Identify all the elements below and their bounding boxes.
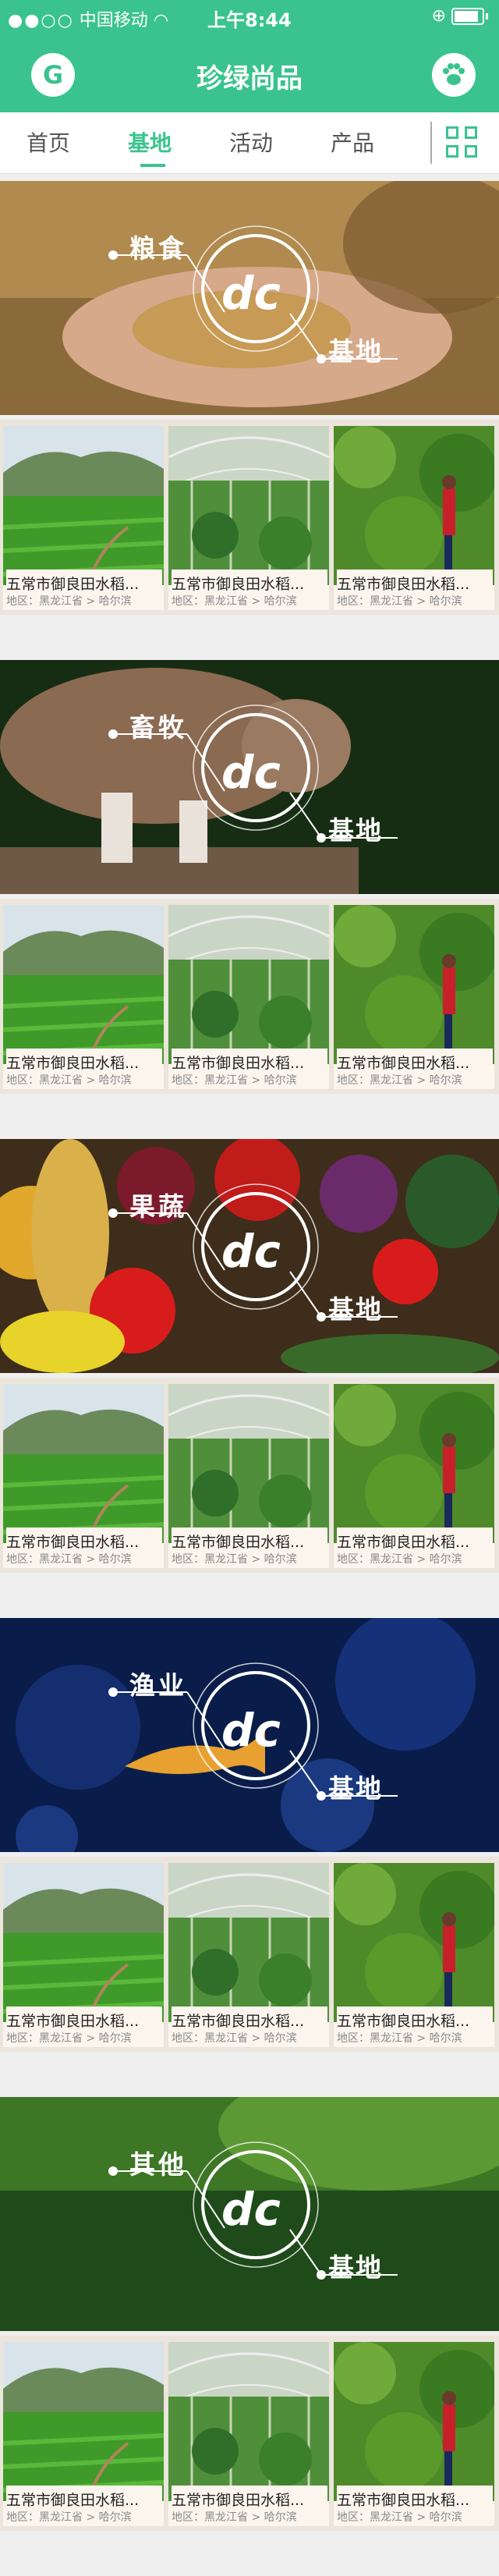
card-title: 五常市御良田水稻...: [172, 1528, 327, 1552]
tab-home[interactable]: 首页: [27, 126, 70, 158]
base-card[interactable]: 五常市御良田水稻... 地区：黑龙江省 > 哈尔滨: [168, 905, 329, 1089]
brand-mark: dc: [221, 1704, 281, 1757]
tab-products[interactable]: 产品: [331, 126, 374, 158]
category-label: 果蔬: [129, 1191, 187, 1222]
tab-activities[interactable]: 活动: [229, 126, 273, 158]
base-card[interactable]: 五常市御良田水稻... 地区：黑龙江省 > 哈尔滨: [334, 905, 494, 1089]
card-title: 五常市御良田水稻...: [172, 2007, 327, 2031]
status-bar: ●●○○ 中国移动 ◠ 上午8:44 ⊕: [0, 0, 499, 33]
base-card[interactable]: 五常市御良田水稻... 地区：黑龙江省 > 哈尔滨: [168, 1384, 329, 1568]
card-title: 五常市御良田水稻...: [6, 2007, 162, 2031]
base-card[interactable]: 五常市御良田水稻... 地区：黑龙江省 > 哈尔滨: [334, 2342, 494, 2526]
card-region: 地区：黑龙江省 > 哈尔滨: [6, 2032, 132, 2045]
base-card[interactable]: 五常市御良田水稻... 地区：黑龙江省 > 哈尔滨: [334, 426, 494, 610]
battery-area: ⊕: [432, 6, 488, 26]
brand-mark: dc: [221, 1225, 281, 1278]
tab-divider: [430, 122, 432, 164]
category-label: 其他: [129, 2149, 187, 2180]
base-card-row: 五常市御良田水稻... 地区：黑龙江省 > 哈尔滨 五常市御良田水稻... 地区：黑龙…: [0, 2336, 499, 2531]
tab-base[interactable]: 基地: [128, 126, 172, 158]
wifi-icon: ◠: [153, 11, 169, 30]
category-banner-fishery[interactable]: 渔业 dc 基地: [0, 1618, 499, 1852]
card-region: 地区：黑龙江省 > 哈尔滨: [6, 595, 132, 608]
category-banner-other[interactable]: 其他 dc 基地: [0, 2097, 499, 2331]
card-title: 五常市御良田水稻...: [337, 1048, 493, 1073]
card-region: 地区：黑龙江省 > 哈尔滨: [337, 1553, 462, 1566]
card-title: 五常市御良田水稻...: [6, 1048, 162, 1073]
base-card-row: 五常市御良田水稻... 地区：黑龙江省 > 哈尔滨 五常市御良田水稻... 地区：黑龙…: [0, 899, 499, 1094]
base-label: 基地: [328, 1294, 383, 1325]
card-region: 地区：黑龙江省 > 哈尔滨: [6, 1074, 132, 1087]
category-label: 粮食: [129, 233, 187, 264]
tab-bar: 首页 基地 活动 产品: [0, 112, 499, 174]
base-card[interactable]: 五常市御良田水稻... 地区：黑龙江省 > 哈尔滨: [3, 1384, 164, 1568]
card-region: 地区：黑龙江省 > 哈尔滨: [337, 1074, 462, 1087]
card-region: 地区：黑龙江省 > 哈尔滨: [172, 595, 297, 608]
base-card[interactable]: 五常市御良田水稻... 地区：黑龙江省 > 哈尔滨: [334, 1863, 494, 2047]
card-region: 地区：黑龙江省 > 哈尔滨: [172, 1074, 297, 1087]
category-banner-livestock[interactable]: 畜牧 dc 基地: [0, 660, 499, 894]
card-title: 五常市御良田水稻...: [172, 1048, 327, 1073]
brand-mark: dc: [221, 2183, 281, 2236]
base-card[interactable]: 五常市御良田水稻... 地区：黑龙江省 > 哈尔滨: [3, 426, 164, 610]
category-label: 渔业: [129, 1670, 187, 1701]
grid-icon: [446, 126, 458, 139]
card-title: 五常市御良田水稻...: [172, 569, 327, 594]
paw-icon: [443, 63, 465, 85]
paw-button[interactable]: [432, 53, 476, 97]
card-region: 地区：黑龙江省 > 哈尔滨: [337, 595, 462, 608]
clock: 上午8:44: [207, 9, 292, 31]
card-title: 五常市御良田水稻...: [6, 2486, 162, 2510]
lock-rotation-icon: ⊕: [431, 6, 446, 26]
base-label: 基地: [328, 2252, 383, 2283]
signal-icon: ●●○○: [8, 11, 74, 30]
card-title: 五常市御良田水稻...: [172, 2486, 327, 2510]
card-region: 地区：黑龙江省 > 哈尔滨: [172, 2511, 297, 2524]
base-card[interactable]: 五常市御良田水稻... 地区：黑龙江省 > 哈尔滨: [3, 2342, 164, 2526]
base-label: 基地: [328, 1773, 383, 1804]
card-region: 地区：黑龙江省 > 哈尔滨: [337, 2032, 462, 2045]
carrier-label: 中国移动: [79, 11, 148, 30]
base-card-row: 五常市御良田水稻... 地区：黑龙江省 > 哈尔滨 五常市御良田水稻... 地区：黑龙…: [0, 1857, 499, 2052]
base-card[interactable]: 五常市御良田水稻... 地区：黑龙江省 > 哈尔滨: [3, 1863, 164, 2047]
card-title: 五常市御良田水稻...: [337, 569, 493, 594]
grid-menu-button[interactable]: [446, 126, 480, 161]
base-card[interactable]: 五常市御良田水稻... 地区：黑龙江省 > 哈尔滨: [3, 905, 164, 1089]
base-card-row: 五常市御良田水稻... 地区：黑龙江省 > 哈尔滨 五常市御良田水稻... 地区：黑龙…: [0, 1378, 499, 1573]
card-title: 五常市御良田水稻...: [337, 2007, 493, 2031]
brand-mark: dc: [221, 267, 281, 320]
card-title: 五常市御良田水稻...: [337, 1528, 493, 1552]
app-header: G 珍绿尚品: [0, 33, 499, 112]
card-region: 地区：黑龙江省 > 哈尔滨: [337, 2511, 462, 2524]
base-label: 基地: [328, 815, 383, 846]
brand-mark: dc: [221, 746, 281, 799]
base-card[interactable]: 五常市御良田水稻... 地区：黑龙江省 > 哈尔滨: [168, 2342, 329, 2526]
category-banner-produce[interactable]: 果蔬 dc 基地: [0, 1139, 499, 1373]
card-title: 五常市御良田水稻...: [6, 569, 162, 594]
category-label: 畜牧: [129, 712, 187, 743]
tab-active-indicator: [140, 164, 165, 167]
base-card[interactable]: 五常市御良田水稻... 地区：黑龙江省 > 哈尔滨: [168, 1863, 329, 2047]
base-card-row: 五常市御良田水稻... 地区：黑龙江省 > 哈尔滨 五常市御良田水稻... 地区：黑龙…: [0, 420, 499, 615]
battery-icon: [451, 8, 484, 25]
carrier-area: ●●○○ 中国移动 ◠: [8, 6, 168, 31]
base-card[interactable]: 五常市御良田水稻... 地区：黑龙江省 > 哈尔滨: [334, 1384, 494, 1568]
card-title: 五常市御良田水稻...: [6, 1528, 162, 1552]
card-title: 五常市御良田水稻...: [337, 2486, 493, 2510]
base-card[interactable]: 五常市御良田水稻... 地区：黑龙江省 > 哈尔滨: [168, 426, 329, 610]
card-region: 地区：黑龙江省 > 哈尔滨: [172, 1553, 297, 1566]
card-region: 地区：黑龙江省 > 哈尔滨: [172, 2032, 297, 2045]
card-region: 地区：黑龙江省 > 哈尔滨: [6, 1553, 132, 1566]
page-title: 珍绿尚品: [196, 63, 303, 94]
card-region: 地区：黑龙江省 > 哈尔滨: [6, 2511, 132, 2524]
category-banner-grain[interactable]: 粮食 dc 基地: [0, 181, 499, 415]
base-label: 基地: [328, 336, 383, 367]
